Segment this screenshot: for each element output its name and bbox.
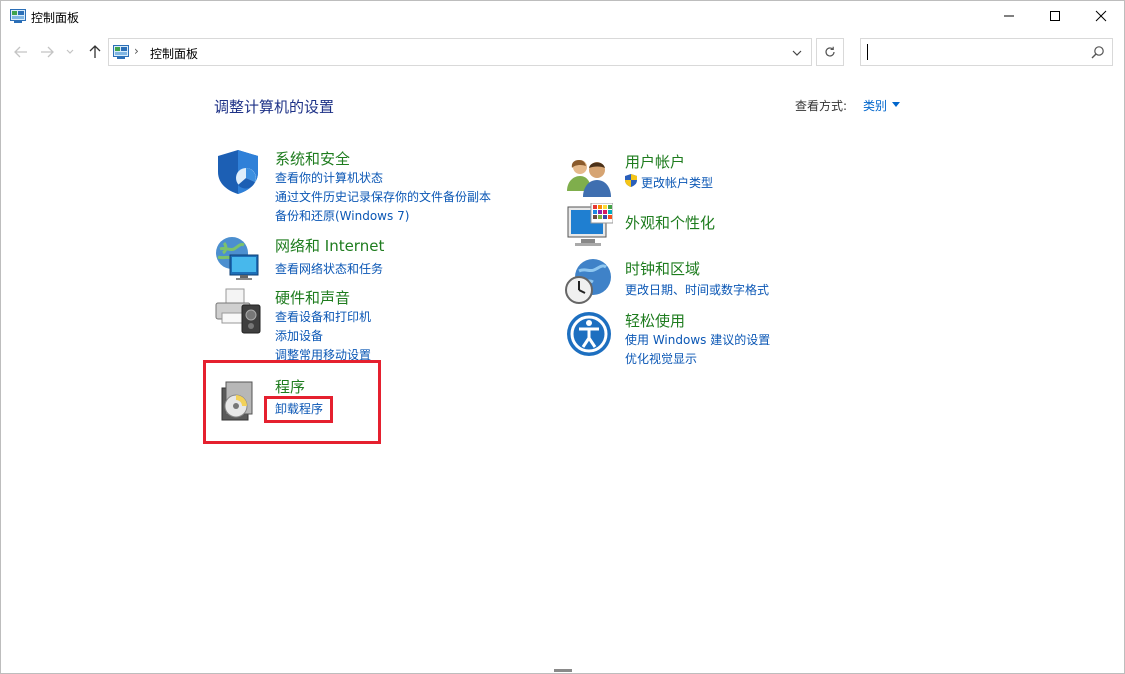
- view-by-label: 查看方式:: [795, 99, 848, 113]
- devices-printers-link[interactable]: 查看设备和打印机: [275, 308, 371, 325]
- recent-locations-button[interactable]: [63, 42, 77, 62]
- chevron-down-icon: [792, 50, 802, 56]
- printer-icon[interactable]: [214, 287, 262, 335]
- clock-globe-icon[interactable]: [565, 257, 613, 305]
- minimize-icon: [1004, 15, 1014, 17]
- maximize-icon: [1050, 11, 1060, 21]
- chevron-down-icon: [66, 49, 74, 54]
- monitor-color-icon[interactable]: [565, 203, 613, 251]
- file-history-backup-link[interactable]: 通过文件历史记录保存你的文件备份副本: [275, 188, 491, 205]
- category-clock-region: 时钟和区域 更改日期、时间或数字格式: [565, 257, 865, 305]
- control-panel-icon: [113, 45, 129, 59]
- view-by-dropdown[interactable]: 类别: [863, 97, 887, 114]
- clock-region-title[interactable]: 时钟和区域: [625, 258, 700, 279]
- network-internet-title[interactable]: 网络和 Internet: [275, 235, 384, 256]
- view-by-arrow-icon[interactable]: [892, 102, 900, 107]
- ease-of-access-icon[interactable]: [565, 310, 613, 358]
- forward-button[interactable]: [37, 42, 57, 62]
- refresh-icon: [825, 46, 835, 57]
- view-computer-status-link[interactable]: 查看你的计算机状态: [275, 169, 383, 186]
- category-user-accounts: 用户帐户 更改帐户类型: [565, 151, 865, 197]
- navigation-bar: › 控制面板: [1, 33, 1124, 71]
- close-icon: [1095, 10, 1107, 22]
- window-title: 控制面板: [31, 11, 80, 25]
- category-network-internet: 网络和 Internet 查看网络状态和任务: [214, 235, 554, 283]
- breadcrumb-control-panel[interactable]: 控制面板: [150, 45, 198, 62]
- add-device-link[interactable]: 添加设备: [275, 327, 323, 344]
- change-account-type-link[interactable]: 更改帐户类型: [641, 174, 713, 191]
- shield-icon[interactable]: [214, 148, 262, 196]
- minimize-button[interactable]: [986, 1, 1032, 31]
- network-globe-icon[interactable]: [214, 235, 262, 283]
- hardware-sound-title[interactable]: 硬件和声音: [275, 287, 350, 308]
- search-box[interactable]: [860, 38, 1113, 66]
- back-button[interactable]: [11, 42, 31, 62]
- recommended-settings-link[interactable]: 使用 Windows 建议的设置: [625, 331, 770, 348]
- search-icon[interactable]: [1091, 45, 1105, 59]
- arrow-left-icon: [14, 46, 27, 58]
- resize-grip: [554, 669, 572, 672]
- users-icon[interactable]: [565, 153, 613, 201]
- category-appearance: 外观和个性化: [565, 203, 865, 251]
- backup-restore-link[interactable]: 备份和还原(Windows 7): [275, 207, 409, 224]
- appearance-title[interactable]: 外观和个性化: [625, 212, 715, 233]
- search-input[interactable]: [865, 41, 1083, 63]
- arrow-right-icon: [41, 46, 54, 58]
- ease-of-access-title[interactable]: 轻松使用: [625, 310, 685, 331]
- page-title: 调整计算机的设置: [214, 98, 335, 116]
- refresh-button[interactable]: [816, 38, 844, 66]
- arrow-up-icon: [89, 45, 101, 58]
- category-system-security: 系统和安全 查看你的计算机状态 通过文件历史记录保存你的文件备份副本 备份和还原…: [214, 148, 554, 228]
- uac-shield-icon: [625, 174, 637, 187]
- close-button[interactable]: [1078, 1, 1124, 31]
- up-button[interactable]: [85, 42, 105, 62]
- title-bar: 控制面板: [1, 1, 1124, 33]
- user-accounts-title[interactable]: 用户帐户: [625, 151, 685, 172]
- text-cursor: [867, 44, 868, 60]
- network-status-link[interactable]: 查看网络状态和任务: [275, 260, 383, 277]
- system-security-title[interactable]: 系统和安全: [275, 148, 350, 169]
- category-ease-of-access: 轻松使用 使用 Windows 建议的设置 优化视觉显示: [565, 310, 865, 366]
- maximize-button[interactable]: [1032, 1, 1078, 31]
- highlight-box-uninstall: [264, 396, 333, 423]
- address-bar[interactable]: › 控制面板: [108, 38, 812, 66]
- change-date-time-format-link[interactable]: 更改日期、时间或数字格式: [625, 281, 769, 298]
- breadcrumb-separator[interactable]: ›: [134, 44, 139, 58]
- category-hardware-sound: 硬件和声音 查看设备和打印机 添加设备 调整常用移动设置: [214, 287, 554, 363]
- control-panel-icon: [10, 9, 26, 23]
- address-dropdown-button[interactable]: [789, 45, 805, 61]
- optimize-visual-display-link[interactable]: 优化视觉显示: [625, 350, 697, 367]
